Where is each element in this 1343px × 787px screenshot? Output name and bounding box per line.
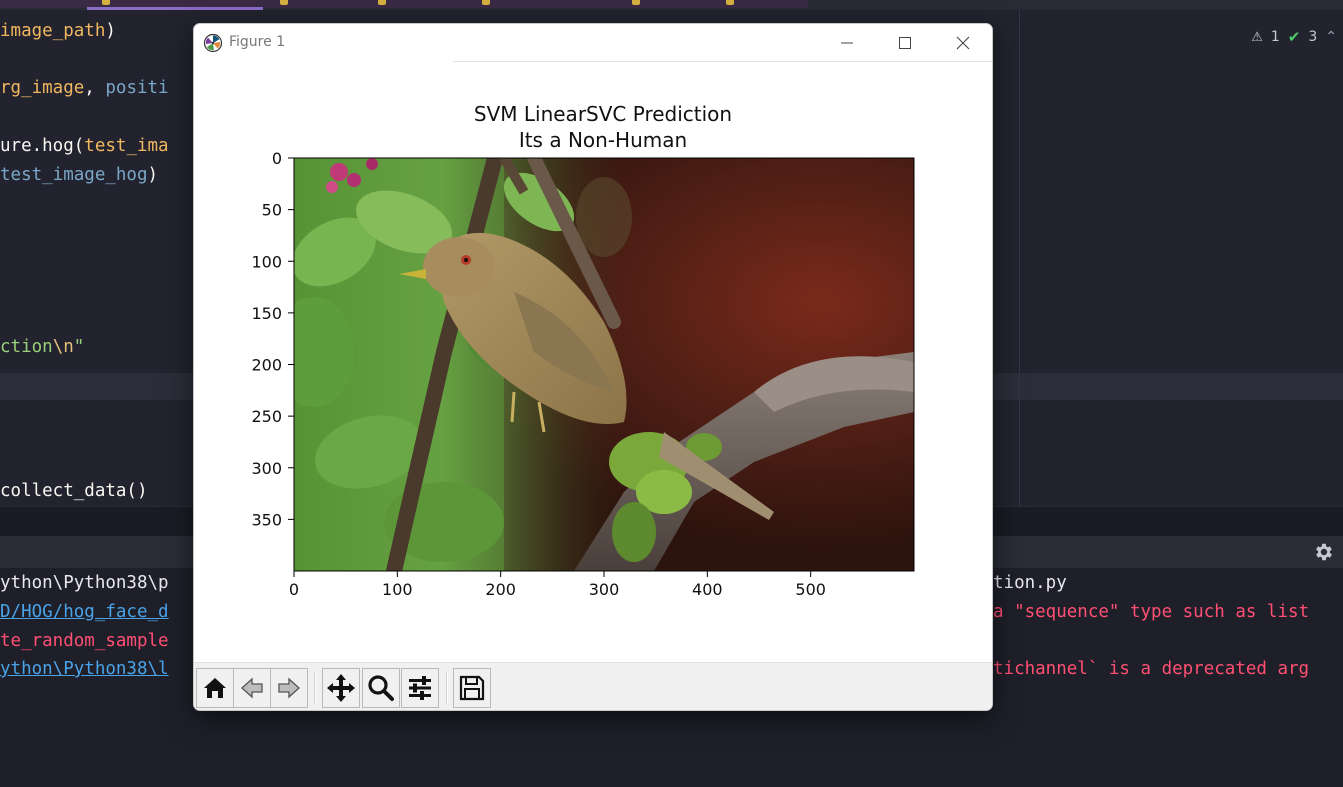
code-line[interactable]: image_path) [0,20,116,42]
gear-icon[interactable] [1313,541,1335,563]
code-line[interactable]: rg_image, positi [0,77,169,99]
figure-canvas[interactable]: SVM LinearSVC Prediction Its a Non-Human [194,62,992,662]
navigation-toolbar [194,662,992,710]
code-token: ) [105,21,116,41]
close-button[interactable] [934,24,992,62]
python-file-icon [378,0,386,5]
forward-arrow-icon [278,677,300,699]
pan-icon [327,674,355,702]
y-tick-label: 200 [251,356,282,375]
console-line-left: te_random_sample [0,631,169,651]
code-token: rg_image [0,78,85,98]
console-line-left: ython\Python38\p [0,573,169,593]
y-tick-label: 250 [251,407,282,426]
x-tick-label: 0 [289,580,299,599]
x-tick-label: 500 [795,580,826,599]
home-icon [204,678,226,698]
code-token: test_ima [84,136,169,156]
figure-window[interactable]: Figure 1 SVM LinearSVC Prediction Its a … [193,23,993,711]
code-token: \n [52,337,74,357]
save-icon [459,675,485,701]
python-file-icon [726,0,734,5]
x-tick-label: 200 [485,580,516,599]
code-line[interactable]: ction\n" [0,336,84,358]
maximize-icon [899,37,911,49]
y-tick-label: 300 [251,459,282,478]
x-tick-label: 300 [589,580,620,599]
code-line[interactable]: ure.hog(test_ima [0,135,169,157]
axes[interactable]: 0 100 200 300 400 500 0 50 100 150 200 250 300 350 [194,62,992,662]
python-file-icon [280,0,288,5]
window-title: Figure 1 [229,34,286,50]
warning-count: 1 [1270,29,1280,45]
y-tick-label: 150 [251,304,282,323]
minimize-icon [841,42,853,44]
code-line[interactable]: collect_data() [0,480,148,502]
configure-subplots-icon [409,676,431,700]
close-icon [956,36,970,50]
code-token: collect_data() [0,481,148,501]
y-tick-label: 100 [251,252,282,271]
chevron-up-icon[interactable]: ⌃ [1325,29,1337,45]
zoom-button[interactable] [362,668,400,708]
window-titlebar[interactable]: Figure 1 [194,24,992,62]
y-tick-label: 350 [251,510,282,529]
code-token: " [73,337,85,357]
zoom-icon [368,675,394,701]
save-button[interactable] [453,668,491,708]
code-token: , [84,78,106,98]
home-button[interactable] [196,668,234,708]
code-token: test_image_hog [0,165,148,185]
back-button[interactable] [233,668,271,708]
code-token: ction [0,337,53,357]
python-file-icon [102,0,110,5]
x-tick-label: 100 [382,580,413,599]
code-token: positi [105,78,169,98]
console-line-left[interactable]: D/HOG/hog_face_d [0,601,169,623]
code-token: image_path [0,21,106,41]
y-tick-label: 50 [262,201,282,220]
bird-photo [294,158,914,571]
python-file-icon [482,0,490,5]
console-line-right: tion.py [993,573,1067,593]
forward-button[interactable] [270,668,308,708]
python-file-icon [632,0,640,5]
right-margin-guide [1019,10,1020,506]
back-arrow-icon [241,677,263,699]
minimize-button[interactable] [818,24,876,62]
code-token: ure.hog( [0,136,85,156]
pan-button[interactable] [322,668,360,708]
configure-subplots-button[interactable] [401,668,439,708]
console-line-right: a "sequence" type such as list [993,602,1310,622]
toolbar-separator [446,671,448,705]
inspection-widget[interactable]: ⚠ 1 ✔ 3 ⌃ [1251,28,1337,46]
console-line-right: tichannel` is a deprecated arg [993,659,1310,679]
check-count: 3 [1308,29,1318,45]
console-line-left[interactable]: ython\Python38\l [0,658,169,680]
x-tick-label: 400 [692,580,723,599]
check-icon: ✔ [1287,28,1301,46]
code-line[interactable]: test_image_hog) [0,164,158,186]
code-token: ) [147,165,159,185]
maximize-button[interactable] [876,24,934,62]
matplotlib-logo-icon [203,33,223,53]
y-tick-label: 0 [272,149,282,168]
warning-icon: ⚠ [1251,29,1263,45]
toolbar-separator [314,671,316,705]
editor-tab-bar [0,0,1343,10]
